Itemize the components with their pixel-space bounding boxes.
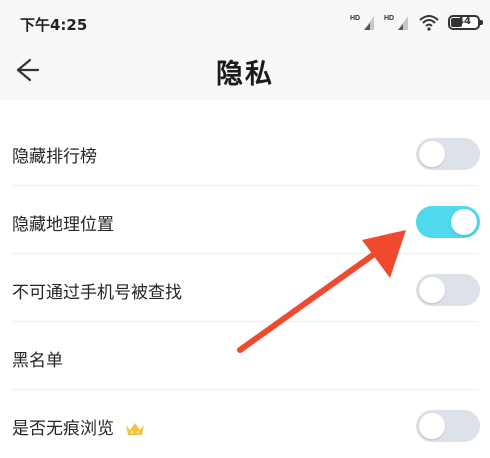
setting-row-phone-search: 不可通过手机号被查找 bbox=[0, 254, 490, 322]
setting-row-blacklist[interactable]: 黑名单 bbox=[0, 322, 490, 390]
setting-label: 黑名单 bbox=[12, 351, 63, 371]
svg-text:HD: HD bbox=[384, 15, 394, 22]
svg-text:HD: HD bbox=[350, 15, 360, 22]
hide-leaderboard-toggle[interactable] bbox=[416, 138, 480, 170]
page-title: 隐私 bbox=[208, 52, 282, 93]
toggle-knob bbox=[419, 141, 445, 167]
battery-text: 44 bbox=[457, 15, 471, 27]
page-title-text: 隐私 bbox=[216, 59, 274, 90]
setting-label: 是否无痕浏览 bbox=[12, 419, 114, 439]
crown-icon bbox=[126, 423, 145, 435]
toggle-knob bbox=[451, 209, 477, 235]
setting-row-hide-leaderboard: 隐藏排行榜 bbox=[0, 118, 490, 186]
incognito-toggle[interactable] bbox=[416, 410, 480, 442]
wifi-icon bbox=[419, 15, 439, 31]
setting-label: 不可通过手机号被查找 bbox=[12, 283, 182, 303]
title-wrap: 隐私 bbox=[0, 52, 490, 93]
hide-location-toggle[interactable] bbox=[416, 206, 480, 238]
setting-row-hide-location: 隐藏地理位置 bbox=[0, 186, 490, 254]
page-header: 隐私 bbox=[0, 44, 490, 100]
setting-label: 隐藏排行榜 bbox=[12, 147, 97, 167]
status-time: 下午4:25 bbox=[20, 16, 88, 34]
signal-hd-1-icon: HD bbox=[350, 15, 374, 30]
signal-hd-2-icon: HD bbox=[384, 15, 408, 30]
toggle-knob bbox=[419, 413, 445, 439]
battery-icon: 44 bbox=[448, 14, 483, 30]
phone-search-toggle[interactable] bbox=[416, 274, 480, 306]
status-icons: HD HD 44 bbox=[350, 13, 483, 31]
setting-row-incognito: 是否无痕浏览 bbox=[0, 390, 490, 458]
setting-label-wrap: 是否无痕浏览 bbox=[12, 414, 145, 439]
status-bar: 下午4:25 HD HD 44 bbox=[0, 0, 490, 44]
setting-label: 隐藏地理位置 bbox=[12, 215, 114, 235]
toggle-knob bbox=[419, 277, 445, 303]
